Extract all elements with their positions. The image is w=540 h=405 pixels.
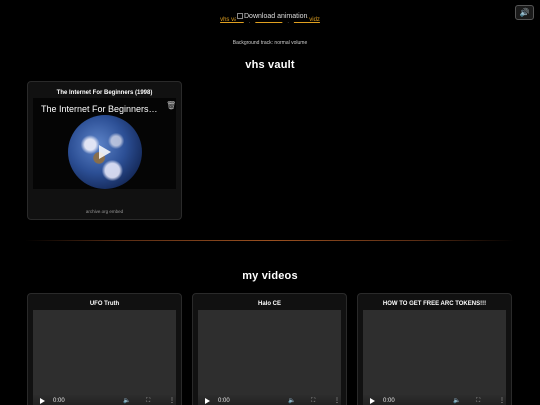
background-track-status: Background track: normal volume [232,40,308,46]
video-player[interactable]: 0:00 🔈 ⛶ ⋮ [363,310,506,405]
vhs-vault-heading: vhs vault [245,59,295,71]
video-time: 0:00 [218,398,230,404]
video-card: Halo CE 0:00 🔈 ⛶ ⋮ [192,293,347,405]
video-title: HOW TO GET FREE ARC TOKENS!!! [382,301,487,307]
volume-icon[interactable]: 🔈 [453,394,460,405]
volume-icon[interactable]: 🔈 [288,394,295,405]
trash-icon[interactable]: 🗑 [166,101,176,110]
play-icon[interactable] [99,145,111,159]
video-card: UFO Truth 0:00 🔈 ⛶ ⋮ [27,293,182,405]
video-title: Halo CE [257,301,281,307]
fullscreen-icon[interactable]: ⛶ [311,394,315,405]
embed-title: The Internet For Beginners… [41,104,158,114]
video-player[interactable]: 0:00 🔈 ⛶ ⋮ [198,310,341,405]
archive-embed-player[interactable]: The Internet For Beginners… [33,98,176,189]
play-icon[interactable] [370,398,375,404]
play-icon[interactable] [40,398,45,404]
video-time: 0:00 [383,398,395,404]
more-options-icon[interactable]: ⋮ [169,394,175,405]
volume-icon[interactable]: 🔈 [123,394,130,405]
play-icon[interactable] [205,398,210,404]
video-controls: 0:00 🔈 ⛶ ⋮ [33,394,176,405]
section-divider [25,240,515,241]
fullscreen-icon[interactable]: ⛶ [146,394,150,405]
embed-caption: archive.org embed [85,209,124,214]
banner-alt-text: Download animation [244,13,308,20]
video-controls: 0:00 🔈 ⛶ ⋮ [363,394,506,405]
vault-card: The Internet For Beginners (1998) The In… [27,81,182,220]
more-options-icon[interactable]: ⋮ [334,394,340,405]
more-options-icon[interactable]: ⋮ [499,394,505,405]
video-time: 0:00 [53,398,65,404]
vault-card-title: The Internet For Beginners (1998) [56,90,153,96]
video-card: HOW TO GET FREE ARC TOKENS!!! 0:00 🔈 ⛶ ⋮ [357,293,512,405]
fullscreen-icon[interactable]: ⛶ [476,394,480,405]
download-animation-image: Download animation [236,12,308,22]
broken-image-icon [237,13,243,19]
video-title: UFO Truth [89,301,120,307]
video-player[interactable]: 0:00 🔈 ⛶ ⋮ [33,310,176,405]
page: 🔊 vhs vault|my videos|other vidz Downloa… [0,0,540,405]
my-videos-heading: my videos [242,270,298,282]
video-controls: 0:00 🔈 ⛶ ⋮ [198,394,341,405]
